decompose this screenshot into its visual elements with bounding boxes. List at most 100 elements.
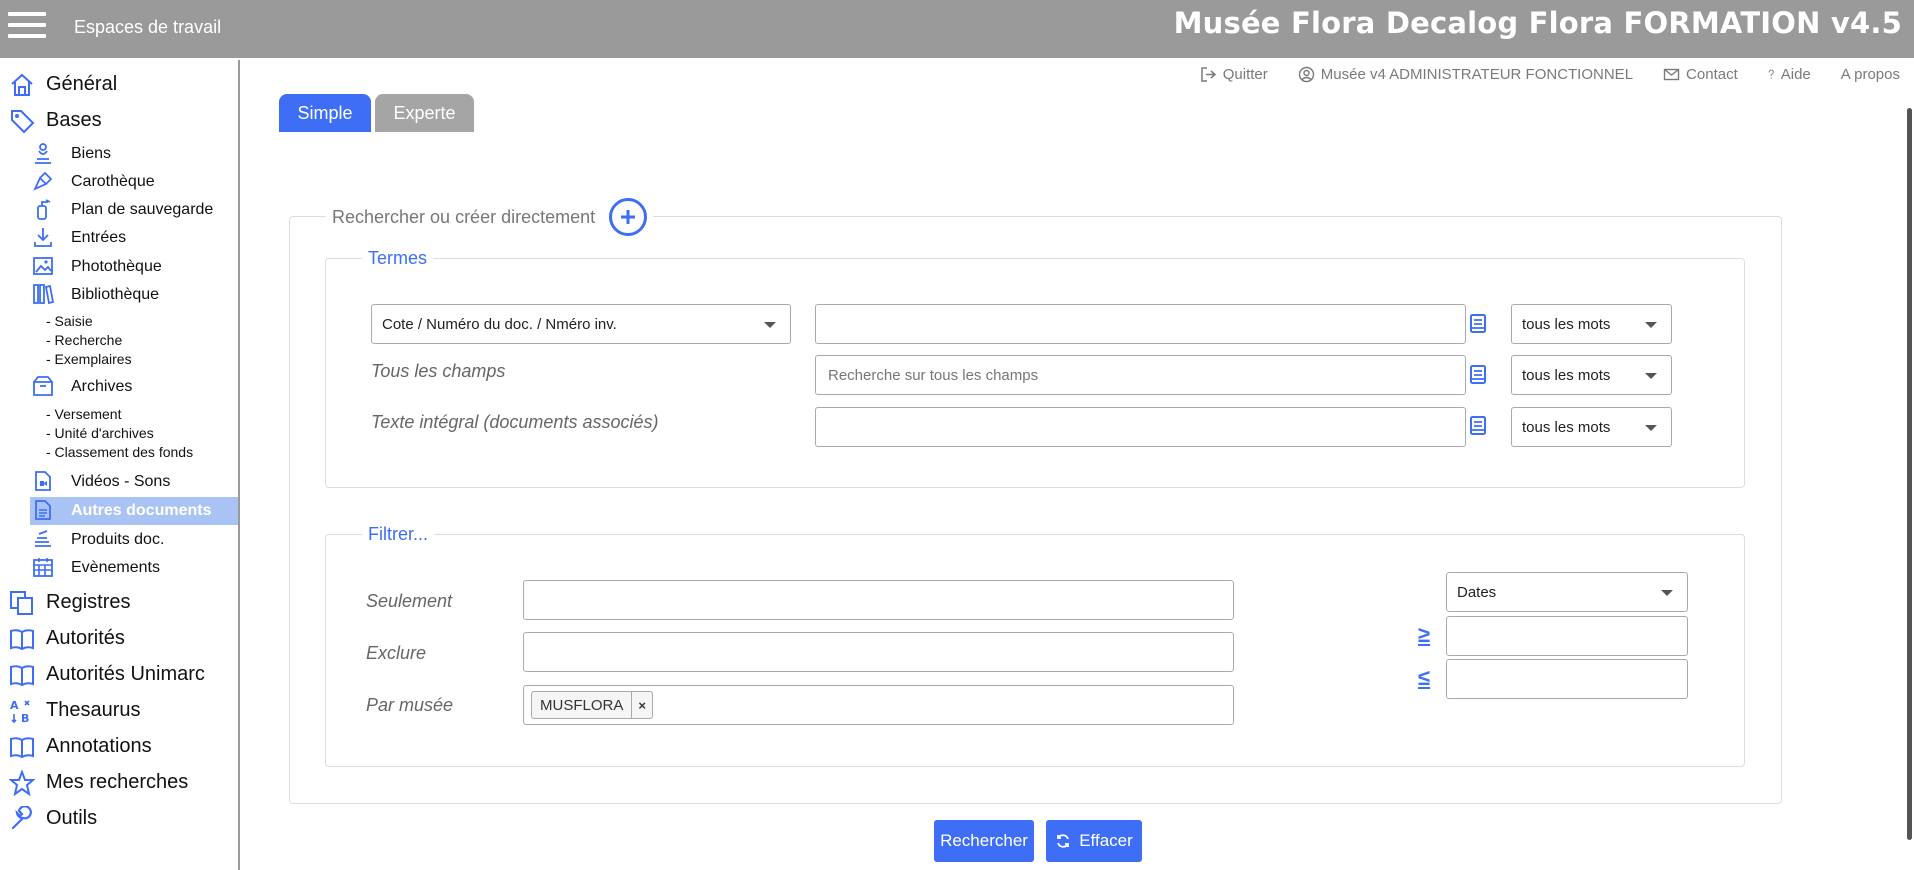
sidebar-item-autres-documents[interactable]: Autres documents bbox=[30, 497, 238, 525]
tab-simple[interactable]: Simple bbox=[279, 94, 371, 132]
copy-icon bbox=[10, 591, 33, 615]
svg-text:A: A bbox=[10, 699, 19, 712]
pen-nib-icon bbox=[33, 171, 53, 191]
document-icon bbox=[35, 500, 51, 520]
sidebar-item-label: Annotations bbox=[46, 735, 152, 757]
sidebar-item-label: Photothèque bbox=[71, 258, 162, 275]
workspaces-link[interactable]: Espaces de travail bbox=[74, 17, 221, 38]
sidebar-item-bibliotheque-saisie[interactable]: - Saisie bbox=[46, 313, 93, 329]
question-icon bbox=[1768, 69, 1774, 79]
statue-icon bbox=[35, 143, 51, 164]
calendar-icon bbox=[33, 558, 53, 577]
sort-alpha-icon: AB bbox=[10, 699, 30, 724]
about-link[interactable]: A propos bbox=[1841, 66, 1900, 83]
user-circle-icon bbox=[1298, 66, 1314, 83]
archive-box-icon bbox=[33, 376, 53, 396]
sidebar-item-label: Archives bbox=[71, 378, 133, 395]
only-label: Seulement bbox=[366, 591, 453, 611]
star-icon bbox=[9, 770, 35, 796]
sidebar-item-bibliotheque-recherche[interactable]: - Recherche bbox=[46, 332, 122, 348]
search-form-title: Rechercher ou créer directement bbox=[332, 206, 596, 227]
quit-link[interactable]: Quitter bbox=[1200, 66, 1268, 83]
sidebar-item-label: Autorités Unimarc bbox=[46, 663, 205, 685]
sidebar-item-label: Evènements bbox=[71, 559, 160, 576]
sidebar-item-archives[interactable]: Archives bbox=[30, 373, 238, 401]
museum-label: Par musée bbox=[366, 695, 454, 715]
sidebar-item-bibliotheque-exemplaires[interactable]: - Exemplaires bbox=[46, 351, 132, 367]
user-link[interactable]: Musée v4 ADMINISTRATEUR FONCTIONNEL bbox=[1298, 66, 1633, 83]
books-icon bbox=[33, 284, 54, 305]
date-from-input[interactable] bbox=[1446, 616, 1688, 656]
exclude-label: Exclure bbox=[366, 643, 427, 663]
book-icon[interactable] bbox=[1469, 416, 1487, 436]
gte-operator[interactable]: ≥ bbox=[1418, 622, 1430, 648]
plus-icon bbox=[621, 210, 636, 224]
full-text-input[interactable] bbox=[815, 407, 1466, 447]
sidebar: Général Bases Biens Carothèque Plan de s… bbox=[0, 60, 240, 870]
exclude-input[interactable] bbox=[523, 632, 1234, 672]
sidebar-item-label: Vidéos - Sons bbox=[71, 473, 171, 490]
sidebar-item-plan-sauvegarde[interactable]: Plan de sauvegarde bbox=[30, 196, 238, 224]
date-to-input[interactable] bbox=[1446, 659, 1688, 699]
wrench-icon bbox=[11, 806, 32, 830]
chevron-down-icon bbox=[1645, 322, 1657, 328]
sidebar-item-bibliotheque[interactable]: Bibliothèque bbox=[30, 281, 238, 309]
sidebar-item-label: Mes recherches bbox=[46, 771, 189, 793]
sidebar-item-videos-sons[interactable]: Vidéos - Sons bbox=[30, 468, 238, 496]
open-book-icon bbox=[10, 737, 34, 759]
dates-select[interactable]: Dates bbox=[1446, 572, 1688, 612]
sidebar-item-archives-unite[interactable]: - Unité d'archives bbox=[46, 425, 154, 441]
museum-tag: MUSFLORA × bbox=[531, 691, 653, 719]
layers-icon bbox=[35, 530, 51, 547]
contact-link[interactable]: Contact bbox=[1663, 66, 1738, 83]
book-icon[interactable] bbox=[1469, 314, 1487, 334]
tag-icon bbox=[11, 110, 35, 134]
sidebar-item-phototheque[interactable]: Photothèque bbox=[30, 253, 238, 281]
menu-icon[interactable] bbox=[8, 12, 46, 42]
only-input[interactable] bbox=[523, 580, 1234, 620]
sidebar-item-evenements[interactable]: Evènements bbox=[30, 554, 238, 582]
image-icon bbox=[33, 257, 53, 275]
sidebar-item-label: Autres documents bbox=[71, 502, 212, 519]
lte-operator[interactable]: ≤ bbox=[1418, 665, 1430, 691]
search-button[interactable]: Rechercher bbox=[934, 820, 1034, 862]
fire-extinguisher-icon bbox=[37, 199, 51, 220]
sidebar-item-label: Carothèque bbox=[71, 173, 155, 190]
terms-input[interactable] bbox=[815, 304, 1466, 344]
chevron-down-icon bbox=[1645, 373, 1657, 379]
logout-icon bbox=[1201, 67, 1216, 82]
field-select[interactable]: Cote / Numéro du doc. / Nméro inv. bbox=[371, 304, 791, 344]
refresh-icon bbox=[1057, 834, 1070, 848]
vertical-scrollbar[interactable] bbox=[1907, 108, 1912, 840]
sidebar-item-label: Général bbox=[46, 73, 118, 95]
create-button[interactable] bbox=[609, 198, 648, 236]
clear-button[interactable]: Effacer bbox=[1046, 820, 1142, 862]
open-book-icon bbox=[10, 629, 34, 651]
all-fields-input[interactable] bbox=[815, 355, 1466, 395]
sidebar-item-label: Thesaurus bbox=[46, 699, 141, 721]
svg-text:B: B bbox=[21, 712, 29, 724]
chevron-down-icon bbox=[1661, 590, 1673, 596]
sidebar-item-archives-classement[interactable]: - Classement des fonds bbox=[46, 444, 193, 460]
sidebar-item-archives-versement[interactable]: - Versement bbox=[46, 406, 121, 422]
match-mode-select-1[interactable]: tous les mots bbox=[1511, 304, 1672, 344]
book-icon[interactable] bbox=[1469, 365, 1487, 385]
sidebar-item-label: Biens bbox=[71, 145, 112, 162]
home-icon bbox=[11, 73, 33, 96]
sidebar-item-label: Produits doc. bbox=[71, 531, 165, 548]
envelope-icon bbox=[1663, 68, 1680, 81]
help-link[interactable]: Aide bbox=[1768, 66, 1811, 83]
tag-remove-button[interactable]: × bbox=[631, 692, 652, 718]
sidebar-item-label: Autorités bbox=[46, 627, 125, 649]
sidebar-item-label: Plan de sauvegarde bbox=[71, 201, 214, 218]
full-text-label: Texte intégral (documents associés) bbox=[371, 412, 659, 432]
match-mode-select-3[interactable]: tous les mots bbox=[1511, 407, 1672, 447]
sidebar-item-biens[interactable]: Biens bbox=[30, 140, 238, 168]
chevron-down-icon bbox=[764, 322, 776, 328]
match-mode-select-2[interactable]: tous les mots bbox=[1511, 355, 1672, 395]
tab-experte[interactable]: Experte bbox=[375, 94, 474, 132]
sidebar-item-entrees[interactable]: Entrées bbox=[30, 224, 238, 252]
sidebar-item-produits-doc[interactable]: Produits doc. bbox=[30, 526, 238, 554]
sidebar-item-carotheque[interactable]: Carothèque bbox=[30, 168, 238, 196]
sidebar-item-label: Bases bbox=[46, 109, 102, 131]
